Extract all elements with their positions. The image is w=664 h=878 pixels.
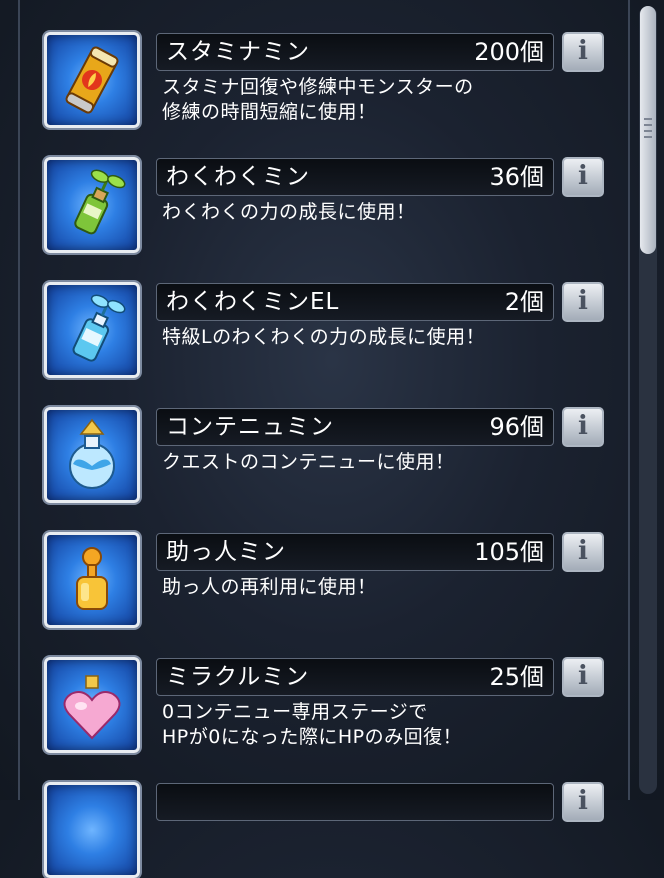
scroll-thumb[interactable]: [640, 6, 656, 254]
scroll-grip-line: [644, 136, 652, 138]
person-vial-icon: [44, 532, 140, 628]
list-item: ミラクルミン 25個 i 0コンテニュー専用ステージで HPが0になった際にHP…: [0, 625, 664, 753]
list-item: 助っ人ミン 105個 i 助っ人の再利用に使用！: [0, 500, 664, 628]
el-bottle-icon: [44, 282, 140, 378]
info-icon: i: [578, 786, 588, 816]
info-button[interactable]: i: [562, 657, 604, 697]
list-item: スタミナミン 200個 i スタミナ回復や修練中モンスターの 修練の時間短縮に使…: [0, 0, 664, 128]
item-name: わくわくミンEL: [166, 289, 340, 315]
info-button[interactable]: i: [562, 157, 604, 197]
item-count: 36個: [489, 163, 544, 191]
sprout-bottle-icon: [44, 157, 140, 253]
heart-potion-icon: [44, 657, 140, 753]
item-count: 105個: [474, 538, 544, 566]
item-description: クエストのコンテニューに使用！: [162, 451, 455, 473]
stamina-can-icon: [44, 32, 140, 128]
item-count: 2個: [504, 288, 544, 316]
info-icon: i: [578, 36, 588, 66]
info-button[interactable]: i: [562, 407, 604, 447]
item-count: 200個: [474, 38, 544, 66]
info-button[interactable]: i: [562, 32, 604, 72]
item-count: 25個: [489, 663, 544, 691]
item-name: スタミナミン: [166, 39, 310, 65]
list-item-partial: i: [0, 750, 664, 878]
info-button[interactable]: i: [562, 282, 604, 322]
item-name: 助っ人ミン: [166, 539, 286, 565]
item-description: わくわくの力の成長に使用！: [162, 201, 416, 223]
item-list: スタミナミン 200個 i スタミナ回復や修練中モンスターの 修練の時間短縮に使…: [0, 0, 664, 878]
info-icon: i: [578, 286, 588, 316]
list-item: わくわくミンEL 2個 i 特級Lのわくわくの力の成長に使用！: [0, 250, 664, 378]
info-icon: i: [578, 411, 588, 441]
info-icon: i: [578, 161, 588, 191]
item-description: スタミナ回復や修練中モンスターの 修練の時間短縮に使用！: [162, 76, 474, 123]
item-name: コンテニュミン: [166, 414, 334, 440]
list-item: コンテニュミン 96個 i クエストのコンテニューに使用！: [0, 375, 664, 503]
scroll-grip-line: [644, 124, 652, 126]
item-description: 0コンテニュー専用ステージで HPが0になった際にHPのみ回復！: [162, 701, 463, 748]
item-count: 96個: [489, 413, 544, 441]
info-icon: i: [578, 536, 588, 566]
item-name-bar: [156, 783, 554, 821]
scrollbar[interactable]: [639, 6, 657, 794]
scroll-grip-line: [644, 118, 652, 120]
scroll-grip-line: [644, 130, 652, 132]
item-icon: [44, 782, 140, 878]
item-name: ミラクルミン: [166, 664, 310, 690]
info-button[interactable]: i: [562, 782, 604, 822]
info-icon: i: [578, 661, 588, 691]
winged-flask-icon: [44, 407, 140, 503]
list-item: わくわくミン 36個 i わくわくの力の成長に使用！: [0, 125, 664, 253]
item-name: わくわくミン: [166, 164, 310, 190]
item-description: 助っ人の再利用に使用！: [162, 576, 377, 598]
item-description: 特級Lのわくわくの力の成長に使用！: [162, 326, 486, 348]
info-button[interactable]: i: [562, 532, 604, 572]
